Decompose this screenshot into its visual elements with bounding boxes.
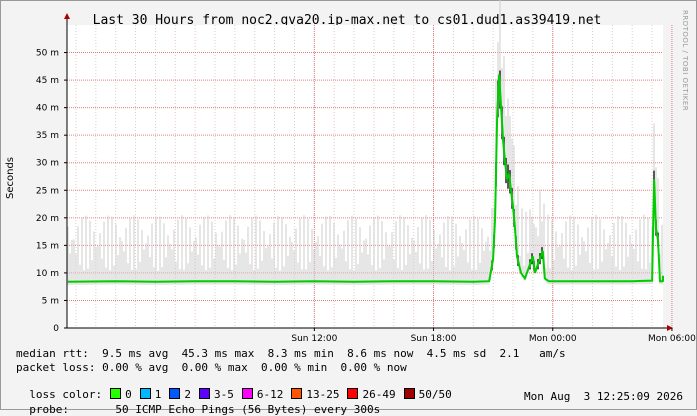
probe-info: probe: 50 ICMP Echo Pings (56 Bytes) eve… (16, 390, 380, 416)
median-rtt-stats: median rtt: 9.5 ms avg 45.3 ms max 8.3 m… (16, 347, 566, 360)
y-tick-label: 30 m (36, 159, 59, 169)
y-tick-label: 50 m (36, 49, 59, 59)
x-tick-label: Mon 06:00 (648, 334, 696, 344)
probe-date: Mon Aug 3 12:25:09 2026 (524, 390, 683, 403)
loss-color-swatch (403, 388, 415, 399)
watermark: RRDTOOL / TOBI OETIKER (681, 10, 689, 111)
y-tick-label: 5 m (42, 296, 59, 306)
y-tick-label: 0 (53, 324, 59, 334)
x-tick-label: Sun 18:00 (411, 334, 457, 344)
y-axis-label: Seconds (5, 157, 16, 199)
chart: Last 30 Hours from noc2.gva20.ip-max.net… (5, 0, 696, 344)
y-tick-label: 25 m (36, 186, 59, 196)
packet-loss-stats: packet loss: 0.00 % avg 0.00 % max 0.00 … (16, 361, 407, 374)
y-tick-label: 15 m (36, 241, 59, 251)
y-tick-label: 35 m (36, 131, 59, 141)
y-tick-label: 20 m (36, 214, 59, 224)
loss-color-item: 50/50 (403, 388, 452, 401)
y-tick-label: 45 m (36, 76, 59, 86)
x-tick-label: Sun 12:00 (291, 334, 337, 344)
y-axis-arrow (64, 13, 70, 19)
loss-color-legend: loss color: 0 1 2 3-5 6-12 13-25 26-49 50/50 (16, 375, 452, 401)
y-tick-label: 40 m (36, 104, 59, 114)
loss-color-item-label: 50/50 (418, 388, 452, 401)
y-tick-label: 10 m (36, 269, 59, 279)
x-tick-label: Mon 00:00 (529, 334, 577, 344)
